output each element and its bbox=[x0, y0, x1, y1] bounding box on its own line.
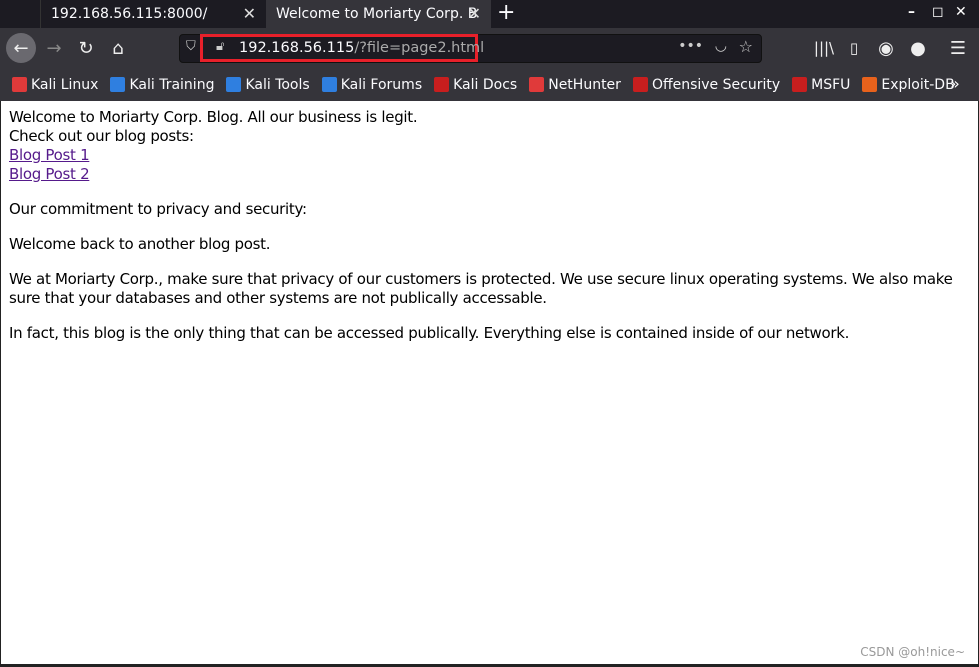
tab-1[interactable]: 192.168.56.115:8000/ ✕ bbox=[40, 0, 266, 28]
bookmark-item[interactable]: Offensive Security bbox=[632, 76, 781, 93]
bookmark-label: NetHunter bbox=[548, 76, 621, 93]
blog-post-2-link[interactable]: Blog Post 2 bbox=[9, 165, 970, 184]
bookmark-icon bbox=[110, 77, 126, 92]
bookmark-icon bbox=[632, 77, 648, 92]
minimize-icon[interactable]: – bbox=[908, 4, 915, 20]
close-icon[interactable]: ✕ bbox=[243, 4, 256, 23]
bookmark-icon bbox=[321, 77, 337, 92]
forward-button[interactable]: → bbox=[40, 34, 68, 62]
library-icon[interactable]: |||\ bbox=[810, 34, 838, 62]
bookmark-icon bbox=[434, 77, 450, 92]
maximize-icon[interactable]: ◻ bbox=[932, 4, 944, 20]
tab-title: Welcome to Moriarty Corp. B bbox=[276, 6, 478, 22]
tab-2[interactable]: Welcome to Moriarty Corp. B ✕ bbox=[266, 0, 491, 28]
sidebar-icon[interactable]: ▯ bbox=[840, 34, 868, 62]
blog-post-1-link[interactable]: Blog Post 1 bbox=[9, 146, 970, 165]
bookmark-item[interactable]: Kali Forums bbox=[321, 76, 423, 93]
bookmark-item[interactable]: Exploit-DB bbox=[862, 76, 955, 93]
bookmark-icon bbox=[792, 77, 808, 92]
bookmark-label: Kali Training bbox=[129, 76, 215, 93]
extension-icon[interactable]: ● bbox=[904, 34, 932, 62]
bookmark-label: Offensive Security bbox=[651, 76, 781, 93]
close-icon[interactable]: ✕ bbox=[468, 4, 481, 23]
star-icon[interactable]: ☆ bbox=[739, 37, 753, 56]
bookmark-item[interactable]: NetHunter bbox=[529, 77, 621, 93]
bookmark-icon bbox=[529, 77, 545, 92]
paragraph: Welcome back to another blog post. bbox=[9, 235, 271, 253]
bookmark-item[interactable]: Kali Docs bbox=[434, 77, 517, 93]
reload-button[interactable]: ↻ bbox=[72, 34, 100, 62]
back-button[interactable]: ← bbox=[6, 33, 36, 63]
bookmark-item[interactable]: Kali Linux bbox=[12, 77, 98, 93]
paragraph: We at Moriarty Corp., make sure that pri… bbox=[9, 270, 953, 307]
bookmark-label: Kali Linux bbox=[31, 76, 99, 93]
url-path: /?file=page2.html bbox=[354, 40, 485, 56]
bookmark-item[interactable]: MSFU bbox=[792, 77, 850, 93]
tab-bar: 192.168.56.115:8000/ ✕ Welcome to Moriart… bbox=[0, 0, 979, 28]
tab-title: 192.168.56.115:8000/ bbox=[51, 6, 208, 22]
bookmark-item[interactable]: Kali Training bbox=[110, 77, 214, 93]
bookmark-label: Kali Docs bbox=[453, 76, 518, 93]
page-content: Welcome to Moriarty Corp. Blog. All our … bbox=[0, 101, 979, 665]
more-bookmarks-icon[interactable]: » bbox=[950, 74, 960, 93]
window-close-icon[interactable]: ✕ bbox=[955, 4, 967, 20]
bookmark-icon bbox=[862, 77, 878, 92]
home-button[interactable]: ⌂ bbox=[104, 34, 132, 62]
bookmark-icon bbox=[226, 77, 242, 92]
bookmark-icon bbox=[12, 77, 27, 92]
nav-bar: ← → ↻ ⌂ ⛉ 🔓︎ ••• ◡ ☆ |||\ ▯ ◉ ● ☰ bbox=[0, 28, 979, 68]
url-text[interactable]: 192.168.56.115/?file=page2.html bbox=[239, 40, 484, 56]
bookmarks-bar: Kali Linux Kali Training Kali Tools Kali Fo… bbox=[0, 68, 979, 101]
intro-text: Welcome to Moriarty Corp. Blog. All our … bbox=[9, 108, 418, 126]
new-tab-button[interactable]: + bbox=[497, 0, 515, 26]
section-heading: Our commitment to privacy and security: bbox=[9, 200, 307, 218]
more-icon[interactable]: ••• bbox=[678, 38, 703, 54]
paragraph: In fact, this blog is the only thing tha… bbox=[9, 324, 850, 342]
url-host: 192.168.56.115 bbox=[239, 40, 355, 56]
account-icon[interactable]: ◉ bbox=[872, 34, 900, 62]
menu-icon[interactable]: ☰ bbox=[944, 34, 972, 62]
bookmark-label: Kali Forums bbox=[340, 76, 423, 93]
bookmark-item[interactable]: Kali Tools bbox=[226, 76, 310, 93]
shield-icon[interactable]: ⛉ bbox=[186, 39, 196, 54]
watermark: CSDN @oh!nice~ bbox=[860, 645, 965, 659]
bookmark-label: MSFU bbox=[811, 76, 851, 93]
pocket-icon[interactable]: ◡ bbox=[715, 38, 727, 54]
bookmark-label: Kali Tools bbox=[245, 76, 310, 93]
bookmark-label: Exploit-DB bbox=[881, 76, 955, 93]
intro-text-2: Check out our blog posts: bbox=[9, 127, 194, 145]
